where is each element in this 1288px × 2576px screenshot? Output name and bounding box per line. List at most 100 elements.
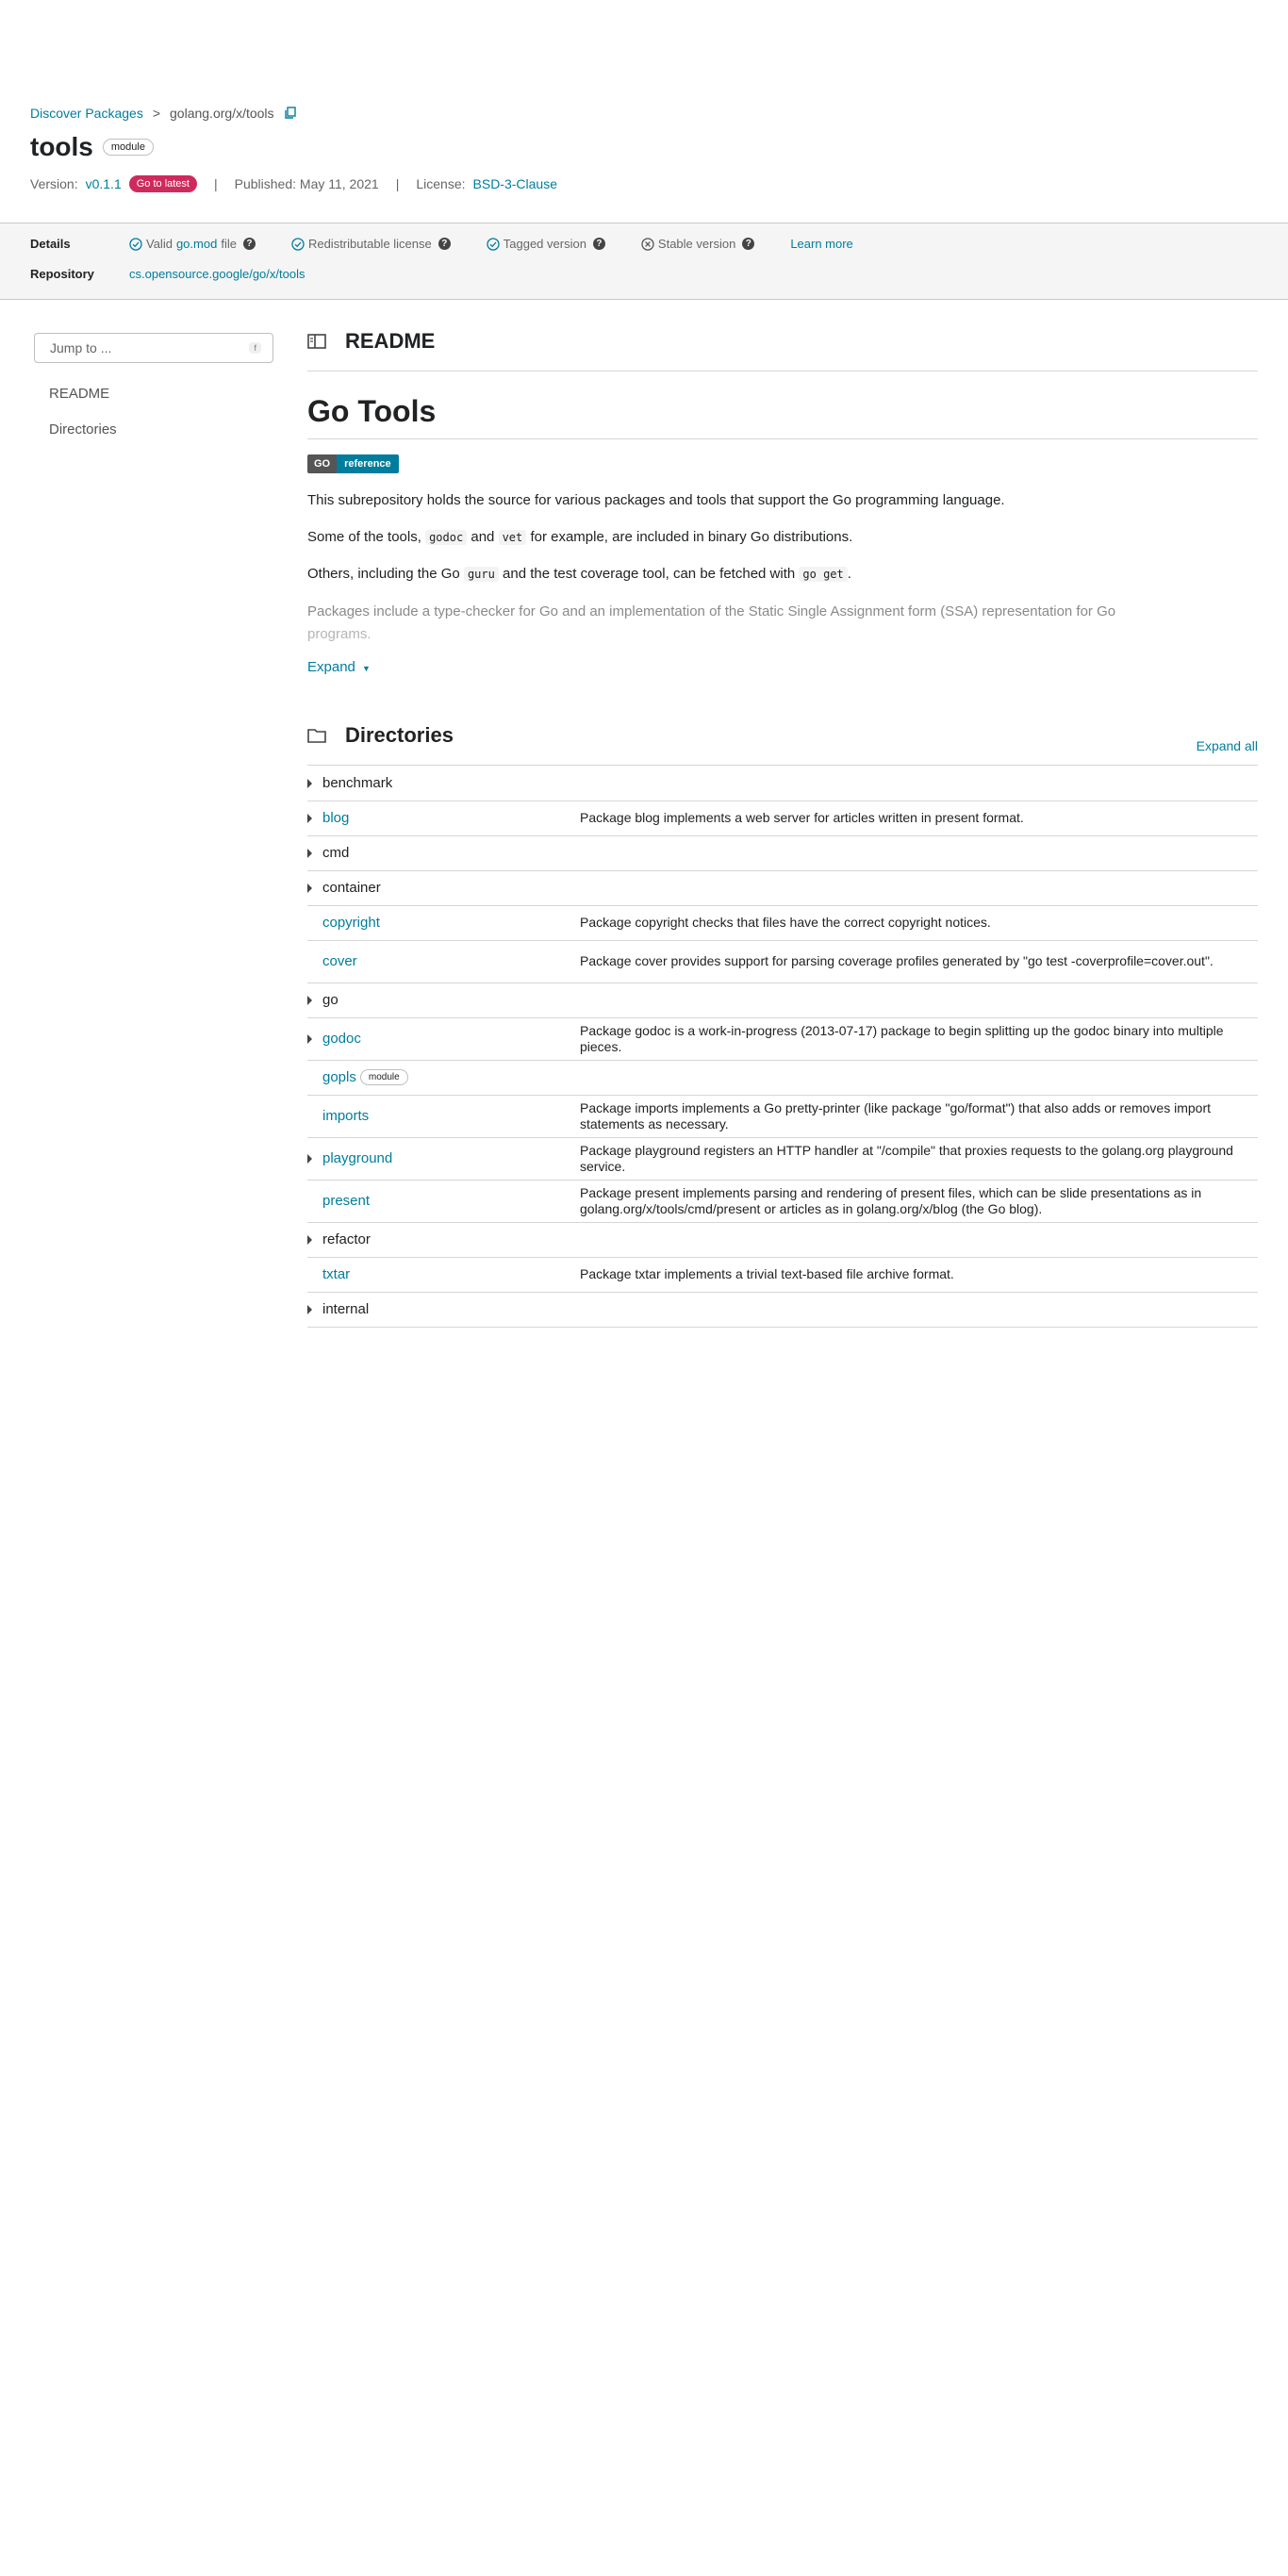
- directory-row: cover Package cover provides support for …: [307, 940, 1258, 983]
- details-label: Details: [30, 237, 71, 251]
- directory-description: Package blog implements a web server for…: [580, 810, 1024, 825]
- title-row: tools module: [30, 132, 1256, 162]
- directory-row[interactable]: container: [307, 870, 1258, 906]
- page-title: tools: [30, 132, 93, 161]
- directory-name-wrap: refactor: [322, 1231, 371, 1247]
- directory-name[interactable]: blog: [322, 810, 349, 826]
- directory-name[interactable]: present: [322, 1193, 370, 1209]
- directory-row[interactable]: blog Package blog implements a web server…: [307, 801, 1258, 836]
- package-header: Discover Packages > golang.org/x/tools t…: [30, 106, 1256, 192]
- directory-name[interactable]: imports: [322, 1108, 369, 1124]
- breadcrumb-discover-packages[interactable]: Discover Packages: [30, 106, 143, 121]
- directory-row[interactable]: godoc Package godoc is a work-in-progress…: [307, 1017, 1258, 1061]
- jump-to-input[interactable]: Jump to ... f: [34, 333, 273, 363]
- help-icon[interactable]: ?: [592, 238, 605, 250]
- directory-name[interactable]: godoc: [322, 1031, 361, 1047]
- directory-name: refactor: [322, 1231, 371, 1247]
- directories-table: benchmark blog Package blog implements a w…: [307, 766, 1258, 1328]
- repository-row: Repository cs.opensource.google/go/x/too…: [30, 267, 305, 281]
- directory-name[interactable]: copyright: [322, 915, 380, 931]
- caret-right-icon[interactable]: [307, 1304, 312, 1314]
- readme-expand-button[interactable]: Expand ▼: [307, 659, 1258, 675]
- directory-row[interactable]: playground Package playground registers a…: [307, 1137, 1258, 1181]
- directory-row[interactable]: cmd: [307, 835, 1258, 871]
- sidebar: Jump to ... f README Directories: [34, 333, 273, 438]
- caret-right-icon[interactable]: [307, 1033, 312, 1044]
- help-icon[interactable]: ?: [742, 238, 755, 250]
- license-link[interactable]: BSD-3-Clause: [473, 176, 557, 191]
- go-to-latest-button[interactable]: Go to latest: [128, 175, 197, 192]
- copy-icon[interactable]: [284, 107, 297, 120]
- code-vet: vet: [498, 530, 527, 545]
- text-span: .: [847, 566, 851, 582]
- readme-title: Go Tools: [307, 394, 437, 428]
- tagged-item: Tagged version ?: [487, 237, 605, 251]
- valid-gomod-item: Valid go.mod file ?: [129, 237, 256, 251]
- meta-divider: |: [395, 176, 400, 191]
- caret-right-icon[interactable]: [307, 848, 312, 858]
- directory-row: present Package present implements parsin…: [307, 1180, 1258, 1223]
- directory-name[interactable]: cover: [322, 953, 357, 969]
- directory-row[interactable]: benchmark: [307, 766, 1258, 801]
- caret-right-icon[interactable]: [307, 1234, 312, 1245]
- readme-paragraph-3: Others, including the Go guru and the te…: [307, 564, 1258, 585]
- directory-row[interactable]: internal: [307, 1292, 1258, 1328]
- directory-name[interactable]: gopls: [322, 1069, 356, 1085]
- expand-all-button[interactable]: Expand all: [1197, 738, 1258, 753]
- sidebar-item-directories[interactable]: Directories: [49, 421, 273, 438]
- breadcrumb-current: golang.org/x/tools: [170, 106, 274, 121]
- directory-name-wrap: present: [322, 1193, 370, 1209]
- directory-name: benchmark: [322, 775, 393, 791]
- text-span: Others, including the Go: [307, 566, 460, 582]
- tagged-text: Tagged version: [503, 237, 586, 251]
- breadcrumb-separator: >: [152, 106, 161, 121]
- caret-right-icon[interactable]: [307, 995, 312, 1005]
- help-icon[interactable]: ?: [242, 238, 256, 250]
- text-span: and: [471, 529, 495, 545]
- directory-description: Package imports implements a Go pretty-p…: [580, 1099, 1211, 1131]
- directory-name-wrap: internal: [322, 1301, 369, 1317]
- version-link[interactable]: v0.1.1: [86, 176, 122, 191]
- redistributable-item: Redistributable license ?: [291, 237, 451, 251]
- go-reference-badge[interactable]: GO reference: [307, 454, 1258, 473]
- caret-right-icon[interactable]: [307, 778, 312, 788]
- text-span: Some of the tools,: [307, 529, 421, 545]
- caret-right-icon[interactable]: [307, 883, 312, 893]
- valid-prefix: Valid: [146, 237, 173, 251]
- directory-name[interactable]: txtar: [322, 1266, 350, 1282]
- directory-name-wrap: blog: [322, 810, 349, 826]
- directory-row[interactable]: go: [307, 983, 1258, 1018]
- directory-description: Package cover provides support for parsi…: [580, 953, 1214, 968]
- page: Discover Packages > golang.org/x/tools t…: [0, 0, 1288, 2576]
- directory-name: go: [322, 992, 339, 1008]
- directory-row: imports Package imports implements a Go p…: [307, 1095, 1258, 1138]
- code-go-get: go get: [799, 567, 848, 582]
- text-span: and the test coverage tool, can be fetch…: [503, 566, 796, 582]
- main-content: README Go Tools GO reference This subrep…: [307, 325, 1258, 1328]
- directory-name-wrap: gopls module: [322, 1069, 408, 1085]
- directory-name-wrap: playground: [322, 1150, 392, 1166]
- caret-right-icon[interactable]: [307, 1153, 312, 1164]
- readme-paragraph-1: This subrepository holds the source for …: [307, 492, 1005, 508]
- directories-heading: Directories: [345, 723, 454, 747]
- learn-more-link[interactable]: Learn more: [790, 237, 852, 251]
- directory-name[interactable]: playground: [322, 1150, 392, 1166]
- directory-row: gopls module: [307, 1060, 1258, 1096]
- directory-name-wrap: benchmark: [322, 775, 392, 791]
- gomod-link[interactable]: go.mod: [176, 237, 217, 251]
- directory-name-wrap: godoc: [322, 1031, 361, 1047]
- divider: [307, 438, 1258, 439]
- readme-heading: README: [345, 329, 436, 353]
- directory-row: copyright Package copyright checks that f…: [307, 905, 1258, 941]
- breadcrumb: Discover Packages > golang.org/x/tools: [30, 106, 1256, 121]
- module-chip: module: [102, 139, 154, 156]
- directory-row[interactable]: refactor: [307, 1222, 1258, 1258]
- code-godoc: godoc: [425, 530, 468, 545]
- help-icon[interactable]: ?: [438, 238, 451, 250]
- sidebar-item-readme[interactable]: README: [49, 386, 273, 402]
- caret-right-icon[interactable]: [307, 813, 312, 823]
- details-row: Details Valid go.mod file ? Redistributa…: [30, 237, 853, 251]
- directory-name-wrap: cmd: [322, 845, 349, 861]
- repository-link[interactable]: cs.opensource.google/go/x/tools: [129, 267, 305, 281]
- details-band: Details Valid go.mod file ? Redistributa…: [0, 223, 1288, 300]
